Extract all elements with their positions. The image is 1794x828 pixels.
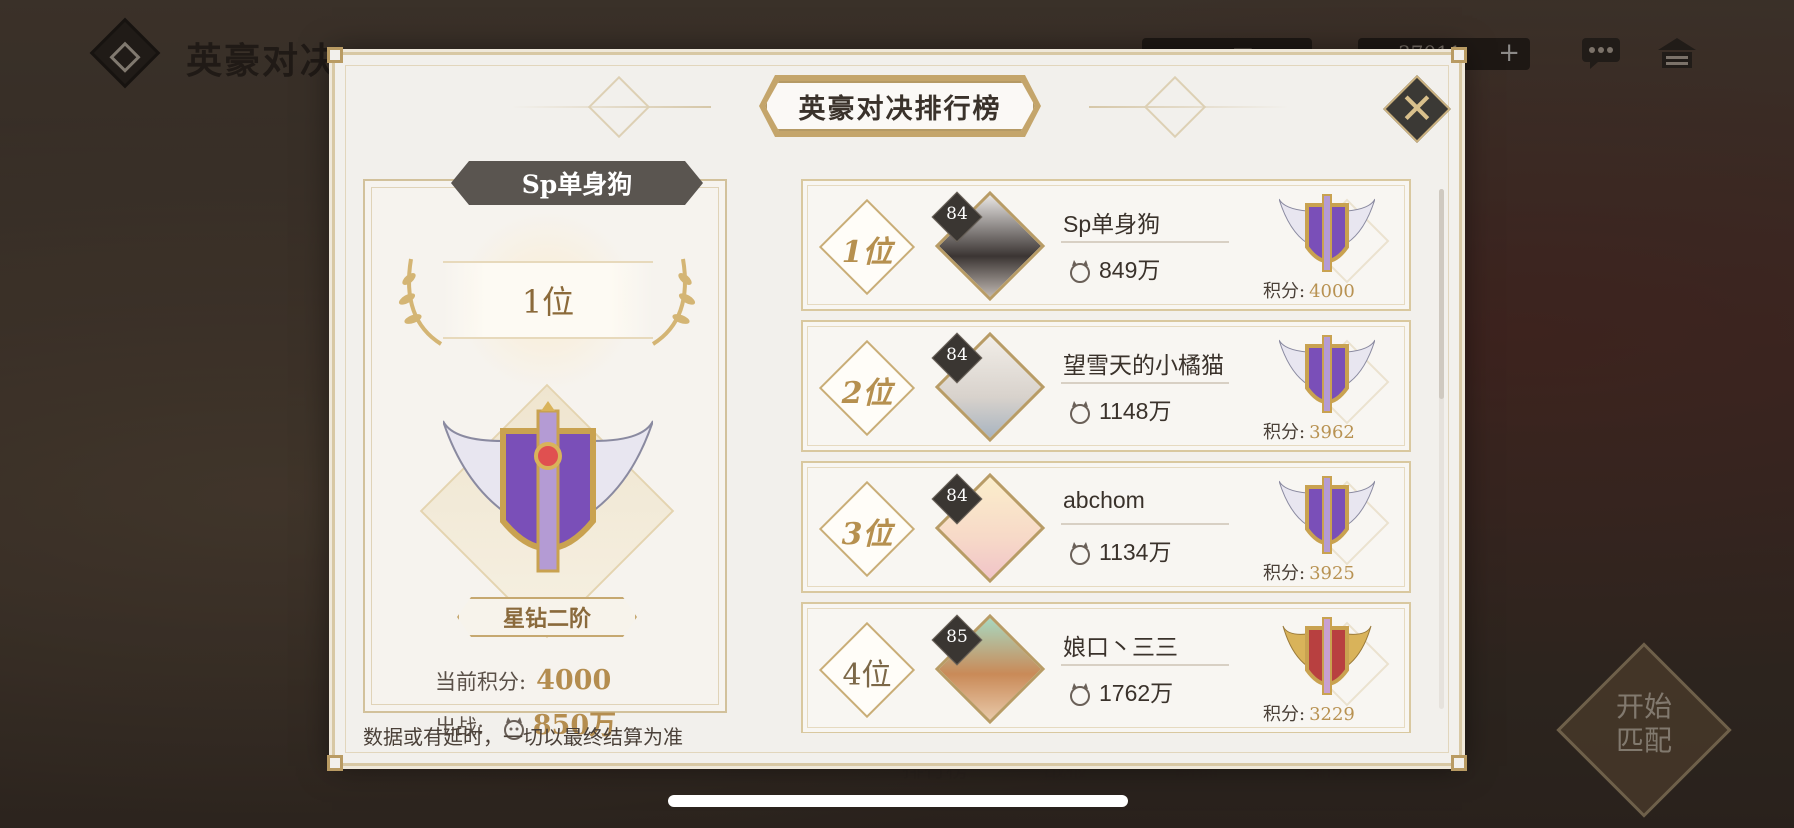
player-name: 娘口丶三三 bbox=[1063, 634, 1178, 660]
player-score: 积分: 4000 bbox=[1263, 277, 1355, 303]
ranking-list[interactable]: 1位 84 Sp单身狗 849万 积分: 4000 2位 84 望雪天的小橘猫 1… bbox=[801, 179, 1411, 733]
cat-power-icon bbox=[1070, 541, 1090, 565]
current-score-label: 当前积分: bbox=[435, 670, 527, 694]
player-name: abchom bbox=[1063, 487, 1145, 513]
player-name-banner: Sp单身狗 bbox=[451, 161, 703, 205]
score-label: 积分: bbox=[1263, 563, 1306, 584]
player-level: 84 bbox=[946, 345, 968, 365]
my-rank: 1位 bbox=[521, 283, 575, 321]
close-x-icon[interactable]: ✕ bbox=[1395, 83, 1439, 135]
my-profile-card: Sp单身狗 1位 星钻二阶 当前积分: 4000 出战: 850万 bbox=[363, 179, 727, 741]
title-banner: 英豪对决排行榜 bbox=[765, 81, 1035, 131]
current-score-line: 当前积分: 4000 bbox=[435, 665, 611, 696]
tier-emblem-icon bbox=[1279, 194, 1375, 272]
player-level: 85 bbox=[946, 627, 968, 647]
star-diamond-tier-emblem-icon bbox=[443, 401, 653, 573]
modal-title: 英豪对决排行榜 bbox=[798, 93, 1002, 125]
score-label: 积分: bbox=[1263, 281, 1306, 302]
player-level: 84 bbox=[946, 486, 968, 506]
player-power-value: 1134万 bbox=[1099, 539, 1172, 565]
tier-ribbon: 星钻二阶 bbox=[457, 597, 637, 637]
score-value: 3229 bbox=[1309, 704, 1355, 725]
cat-power-icon bbox=[1070, 259, 1090, 283]
current-score-value: 4000 bbox=[536, 665, 612, 696]
tier-emblem-gold-icon bbox=[1282, 617, 1372, 695]
rank-number: 4位 bbox=[842, 658, 892, 693]
player-level: 84 bbox=[946, 204, 968, 224]
score-label: 积分: bbox=[1263, 704, 1306, 725]
home-indicator[interactable] bbox=[668, 795, 1128, 807]
player-power: 1148万 bbox=[1067, 392, 1171, 426]
ranking-row[interactable]: 2位 84 望雪天的小橘猫 1148万 积分: 3962 bbox=[801, 320, 1411, 452]
tier-name: 星钻二阶 bbox=[502, 606, 591, 632]
rank-number: 1位 bbox=[841, 235, 893, 270]
player-name: Sp单身狗 bbox=[1063, 211, 1161, 237]
player-power-value: 1148万 bbox=[1099, 398, 1172, 424]
header-deco-diamond bbox=[1143, 75, 1207, 139]
row-divider bbox=[1061, 382, 1229, 384]
tier-emblem-icon bbox=[1279, 476, 1375, 554]
score-value: 3962 bbox=[1309, 422, 1355, 443]
player-power-value: 849万 bbox=[1099, 257, 1161, 283]
player-name: 望雪天的小橘猫 bbox=[1063, 352, 1224, 378]
data-delay-footnote: 数据或有延时，一切以最终结算为准 bbox=[363, 725, 683, 749]
player-power: 1134万 bbox=[1067, 533, 1171, 567]
corner-ornament bbox=[1451, 47, 1467, 63]
corner-ornament bbox=[327, 47, 343, 63]
header-deco-diamond bbox=[587, 75, 651, 139]
player-power-value: 1762万 bbox=[1099, 680, 1174, 706]
rank-number: 3位 bbox=[841, 517, 893, 552]
ranking-scrollbar-thumb[interactable] bbox=[1439, 189, 1444, 399]
row-divider bbox=[1061, 241, 1229, 243]
corner-ornament bbox=[1451, 755, 1467, 771]
cat-power-icon bbox=[1070, 400, 1090, 424]
player-score: 积分: 3962 bbox=[1263, 418, 1355, 444]
cat-power-icon bbox=[1070, 682, 1090, 706]
score-value: 4000 bbox=[1309, 281, 1355, 302]
player-power: 849万 bbox=[1067, 251, 1160, 285]
laurel-left-icon bbox=[391, 249, 451, 349]
rank-number: 2位 bbox=[841, 376, 893, 411]
player-score: 积分: 3925 bbox=[1263, 559, 1355, 585]
player-score: 积分: 3229 bbox=[1263, 700, 1355, 726]
ranking-row[interactable]: 3位 84 abchom 1134万 积分: 3925 bbox=[801, 461, 1411, 593]
score-label: 积分: bbox=[1263, 422, 1306, 443]
row-divider bbox=[1061, 523, 1229, 525]
player-name: Sp单身狗 bbox=[521, 170, 633, 199]
ranking-row[interactable]: 4位 85 娘口丶三三 1762万 积分: 3229 bbox=[801, 602, 1411, 733]
corner-ornament bbox=[327, 755, 343, 771]
my-rank-plate: 1位 bbox=[443, 261, 653, 339]
ranking-row[interactable]: 1位 84 Sp单身狗 849万 积分: 4000 bbox=[801, 179, 1411, 311]
score-value: 3925 bbox=[1309, 563, 1355, 584]
tier-emblem-icon bbox=[1279, 335, 1375, 413]
row-divider bbox=[1061, 664, 1229, 666]
leaderboard-modal: 英豪对决排行榜 ✕ Sp单身狗 1位 星钻二阶 当前积分: 4000 出战: 8… bbox=[327, 47, 1467, 771]
player-power: 1762万 bbox=[1067, 674, 1173, 708]
